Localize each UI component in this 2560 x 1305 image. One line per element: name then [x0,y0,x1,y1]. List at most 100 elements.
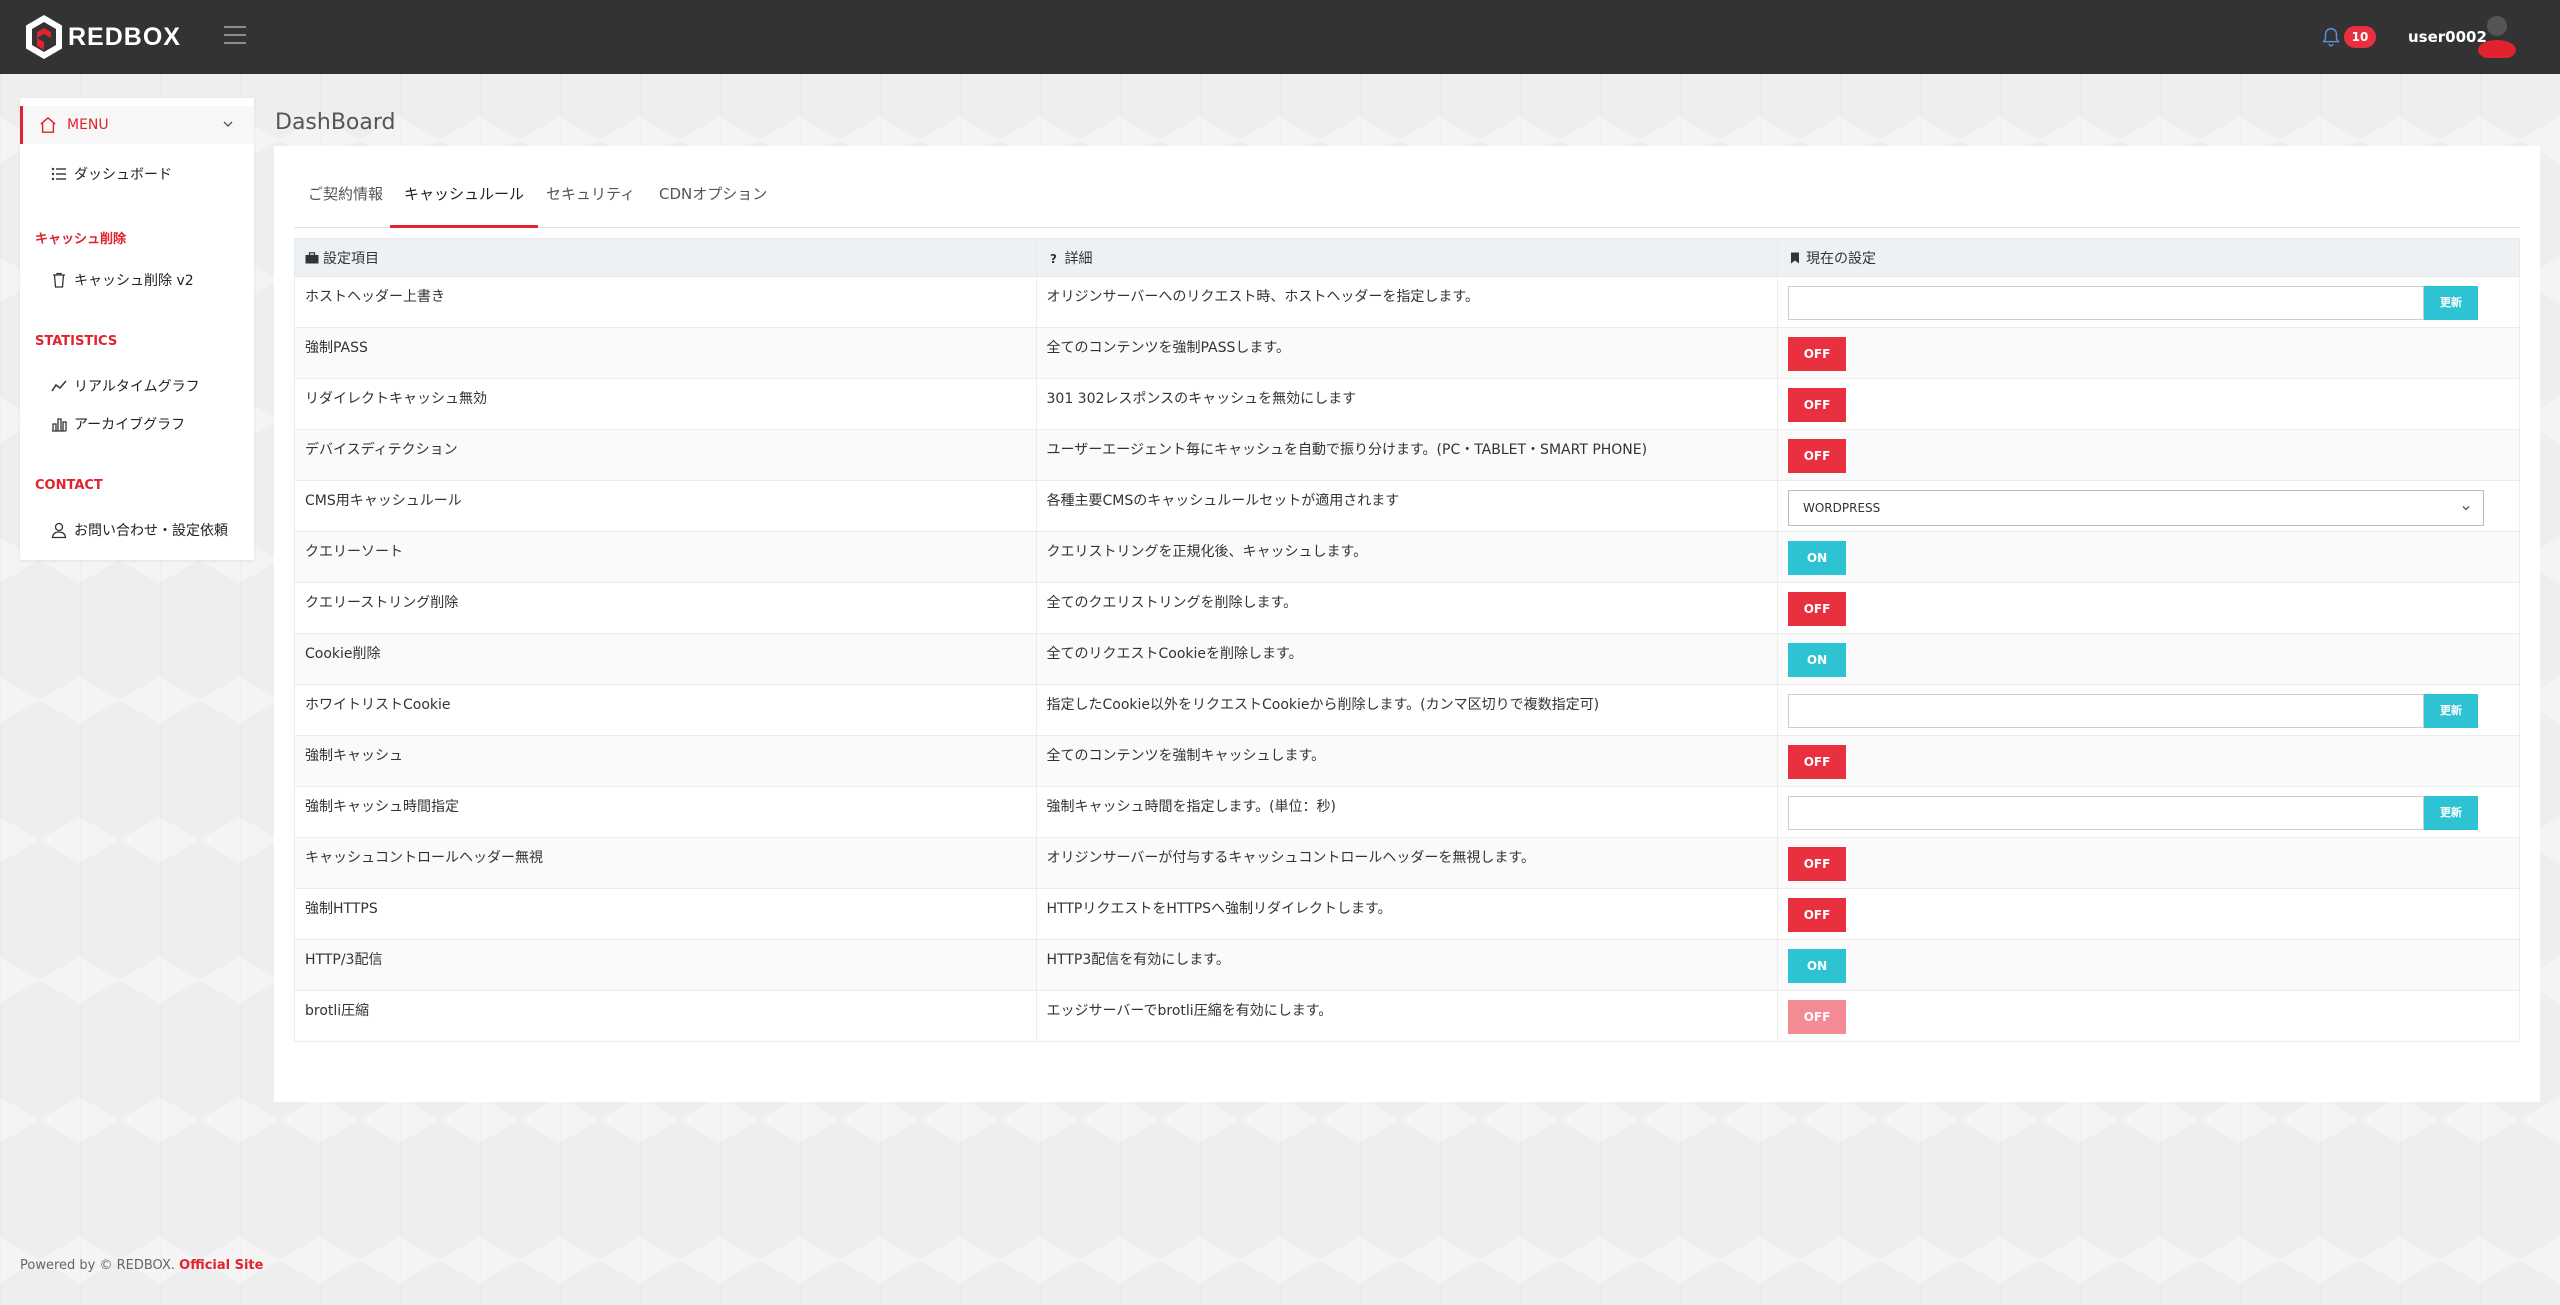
toggle-off-button[interactable]: OFF [1788,847,1846,881]
table-row: 強制HTTPS HTTPリクエストをHTTPSへ強制リダイレクトします。 OFF [294,888,2520,940]
toggle-off-button[interactable]: OFF [1788,388,1846,422]
toggle-on-button[interactable]: ON [1788,643,1846,677]
sidebar-item-label: キャッシュ削除 v2 [74,273,194,289]
setting-name: CMS用キャッシュルール [294,480,1037,532]
user-avatar-icon[interactable] [2477,14,2517,58]
setting-detail: HTTP3配信を有効にします。 [1035,939,1778,991]
setting-text-input[interactable] [1788,286,2424,320]
setting-control-cell: WORDPRESS [1777,480,2520,532]
toggle-off-button[interactable]: OFF [1788,337,1846,371]
sidebar-item-archive-graph[interactable]: アーカイブグラフ [50,414,185,434]
table-row: CMS用キャッシュルール 各種主要CMSのキャッシュルールセットが適用されます WO… [294,480,2520,532]
sidebar-item-cache-purge-v2[interactable]: キャッシュ削除 v2 [50,270,194,290]
table-header-row: 設定項目 ? 詳細 現在の設定 [294,238,2520,277]
setting-detail: 強制キャッシュ時間を指定します。(単位：秒) [1035,786,1778,838]
update-button[interactable]: 更新 [2424,694,2478,728]
line-chart-icon [51,380,67,392]
setting-detail: 全てのリクエストCookieを削除します。 [1035,633,1778,685]
chevron-down-icon [2462,506,2470,511]
setting-name: キャッシュコントロールヘッダー無視 [294,837,1037,889]
setting-control-cell: 更新 [1777,276,2520,328]
update-button[interactable]: 更新 [2424,286,2478,320]
setting-name: ホストヘッダー上書き [294,276,1037,328]
bell-icon[interactable] [2320,26,2342,48]
setting-detail: 301 302レスポンスのキャッシュを無効にします [1035,378,1778,430]
select-value: WORDPRESS [1803,501,1881,515]
table-row: ホワイトリストCookie 指定したCookie以外をリクエストCookieから削… [294,684,2520,736]
setting-control-cell: OFF [1777,735,2520,787]
update-button[interactable]: 更新 [2424,796,2478,830]
tab-cache-rules[interactable]: キャッシュルール [390,166,539,228]
username[interactable]: user0002 [2408,28,2487,46]
sidebar-item-label: アーカイブグラフ [74,417,186,433]
setting-control-cell: ON [1777,633,2520,685]
setting-detail: エッジサーバーでbrotli圧縮を有効にします。 [1035,990,1778,1042]
toggle-off-button[interactable]: OFF [1788,1000,1846,1034]
cache-rules-table: 設定項目 ? 詳細 現在の設定 ホストヘッダー上書き オリジンサーバーへのリクエス… [294,238,2520,1042]
toggle-off-button[interactable]: OFF [1788,745,1846,779]
official-site-link[interactable]: Official Site [179,1258,263,1273]
footer-text: Powered by © REDBOX. [20,1258,175,1273]
sidebar-item-dashboard[interactable]: ダッシュボード [50,164,172,184]
setting-control-cell: ON [1777,531,2520,583]
tab-contract-info[interactable]: ご契約情報 [294,166,397,228]
svg-text:?: ? [1050,252,1057,264]
setting-name: ホワイトリストCookie [294,684,1037,736]
toggle-off-button[interactable]: OFF [1788,592,1846,626]
table-row: キャッシュコントロールヘッダー無視 オリジンサーバーが付与するキャッシュコントロー… [294,837,2520,889]
tab-security[interactable]: セキュリティ [532,166,649,228]
setting-detail: HTTPリクエストをHTTPSへ強制リダイレクトします。 [1035,888,1778,940]
sidebar-section-contact: CONTACT [35,478,103,493]
sidebar: MENU ダッシュボード キャッシュ削除 キャッシュ削除 v2 STATISTI… [20,98,254,560]
home-icon [40,116,56,133]
table-row: brotli圧縮 エッジサーバーでbrotli圧縮を有効にします。 OFF [294,990,2520,1042]
table-row: クエリーソート クエリストリングを正規化後、キャッシュします。 ON [294,531,2520,583]
hamburger-menu-icon[interactable] [224,26,246,44]
cms-rule-select[interactable]: WORDPRESS [1788,490,2484,526]
table-row: 強制キャッシュ時間指定 強制キャッシュ時間を指定します。(単位：秒) 更新 [294,786,2520,838]
top-bar: REDBOX 10 user0002 [0,0,2560,74]
footer: Powered by © REDBOX. Official Site [20,1258,263,1273]
setting-detail: 全てのクエリストリングを削除します。 [1035,582,1778,634]
table-row: デバイスディテクション ユーザーエージェント毎にキャッシュを自動で振り分けます。(… [294,429,2520,481]
setting-control-cell: 更新 [1777,786,2520,838]
sidebar-section-cache-purge: キャッシュ削除 [35,232,127,247]
table-row: 強制PASS 全てのコンテンツを強制PASSします。 OFF [294,327,2520,379]
sidebar-section-statistics: STATISTICS [35,334,118,349]
toggle-off-button[interactable]: OFF [1788,898,1846,932]
brand-name: REDBOX [68,22,181,51]
sidebar-menu-toggle[interactable]: MENU [20,106,254,144]
toggle-off-button[interactable]: OFF [1788,439,1846,473]
setting-name: brotli圧縮 [294,990,1037,1042]
setting-name: クエリーストリング削除 [294,582,1037,634]
toggle-on-button[interactable]: ON [1788,541,1846,575]
setting-name: 強制HTTPS [294,888,1037,940]
main-panel: ご契約情報 キャッシュルール セキュリティ CDNオプション 設定項目 ? 詳細 [274,146,2540,1102]
notification-count-badge[interactable]: 10 [2344,26,2376,48]
setting-control-cell: OFF [1777,429,2520,481]
setting-control-cell: ON [1777,939,2520,991]
setting-text-input[interactable] [1788,694,2424,728]
table-row: Cookie削除 全てのリクエストCookieを削除します。 ON [294,633,2520,685]
setting-text-input[interactable] [1788,796,2424,830]
list-icon [51,167,66,181]
table-row: リダイレクトキャッシュ無効 301 302レスポンスのキャッシュを無効にします OF… [294,378,2520,430]
brand-logo[interactable]: REDBOX [24,13,181,61]
toggle-on-button[interactable]: ON [1788,949,1846,983]
table-row: 強制キャッシュ 全てのコンテンツを強制キャッシュします。 OFF [294,735,2520,787]
table-row: クエリーストリング削除 全てのクエリストリングを削除します。 OFF [294,582,2520,634]
setting-control-cell: OFF [1777,582,2520,634]
sidebar-item-realtime-graph[interactable]: リアルタイムグラフ [50,376,200,396]
setting-detail: 全てのコンテンツを強制キャッシュします。 [1035,735,1778,787]
bookmark-icon [1791,252,1799,263]
question-icon: ? [1050,252,1057,264]
column-header-detail: ? 詳細 [1035,238,1778,277]
chevron-down-icon [223,121,233,127]
sidebar-item-contact[interactable]: お問い合わせ・設定依頼 [50,520,228,540]
sidebar-menu-label: MENU [67,117,109,133]
tab-cdn-options[interactable]: CDNオプション [645,166,781,228]
setting-detail: オリジンサーバーへのリクエスト時、ホストヘッダーを指定します。 [1035,276,1778,328]
bar-chart-icon [52,418,67,432]
setting-control-cell: OFF [1777,837,2520,889]
column-header-current-setting: 現在の設定 [1777,238,2520,277]
